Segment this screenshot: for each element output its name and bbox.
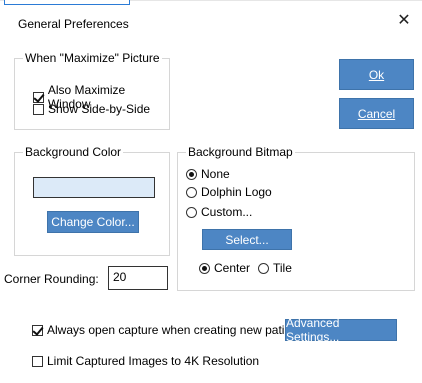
always-open-capture-label: Always open capture when creating new pa… [47,323,302,337]
dialog-title: General Preferences [18,17,129,31]
show-side-by-side-label: Show Side-by-Side [48,102,151,116]
always-open-capture-checkbox[interactable]: Always open capture when creating new pa… [32,323,301,337]
close-icon[interactable]: ✕ [396,13,412,29]
bitmap-custom-radio[interactable]: Custom... [186,205,252,219]
corner-rounding-label: Corner Rounding: [4,272,99,286]
select-bitmap-button[interactable]: Select... [202,229,292,250]
bitmap-none-label: None [201,167,230,181]
cancel-button[interactable]: Cancel [339,98,414,129]
change-color-label: Change Color... [51,215,135,229]
radio-unselected-icon [186,206,197,218]
center-radio[interactable]: Center [199,261,250,275]
cancel-button-label: Cancel [357,106,396,121]
advanced-settings-button[interactable]: Advanced Settings... [285,316,397,344]
tile-radio[interactable]: Tile [258,261,292,275]
tile-label: Tile [273,261,292,275]
bitmap-custom-label: Custom... [201,205,253,219]
background-bitmap-group: Background Bitmap None Dolphin Logo Cust… [177,145,415,291]
corner-rounding-input[interactable]: 20 [108,266,168,290]
limit-4k-label: Limit Captured Images to 4K Resolution [47,354,260,368]
background-bitmap-title: Background Bitmap [186,145,295,159]
ok-button[interactable]: Ok [339,59,414,90]
radio-unselected-icon [186,186,197,198]
bitmap-dolphin-logo-label: Dolphin Logo [201,185,272,199]
radio-selected-icon [199,262,210,274]
background-color-title: Background Color [23,145,124,159]
maximize-group: When "Maximize" Picture Also Maximize Wi… [14,51,170,130]
limit-4k-checkbox[interactable]: Limit Captured Images to 4K Resolution [32,354,259,368]
color-swatch [33,177,155,198]
checkbox-checked-icon [32,324,43,336]
bitmap-dolphin-logo-radio[interactable]: Dolphin Logo [186,185,272,199]
radio-selected-icon [186,168,197,180]
advanced-settings-label: Advanced Settings... [286,316,340,344]
show-side-by-side-checkbox[interactable]: Show Side-by-Side [33,102,150,116]
ok-button-label: Ok [368,67,385,82]
select-bitmap-label: Select... [225,232,269,247]
top-tab-outline [4,0,130,5]
maximize-group-title: When "Maximize" Picture [23,51,162,65]
checkbox-unchecked-icon [33,103,44,115]
change-color-button[interactable]: Change Color... [47,211,139,233]
center-label: Center [214,261,251,275]
checkbox-unchecked-icon [32,355,43,367]
bitmap-none-radio[interactable]: None [186,167,230,181]
background-color-group: Background Color Change Color... [14,145,170,256]
checkbox-checked-icon [33,91,44,103]
radio-unselected-icon [258,262,269,274]
